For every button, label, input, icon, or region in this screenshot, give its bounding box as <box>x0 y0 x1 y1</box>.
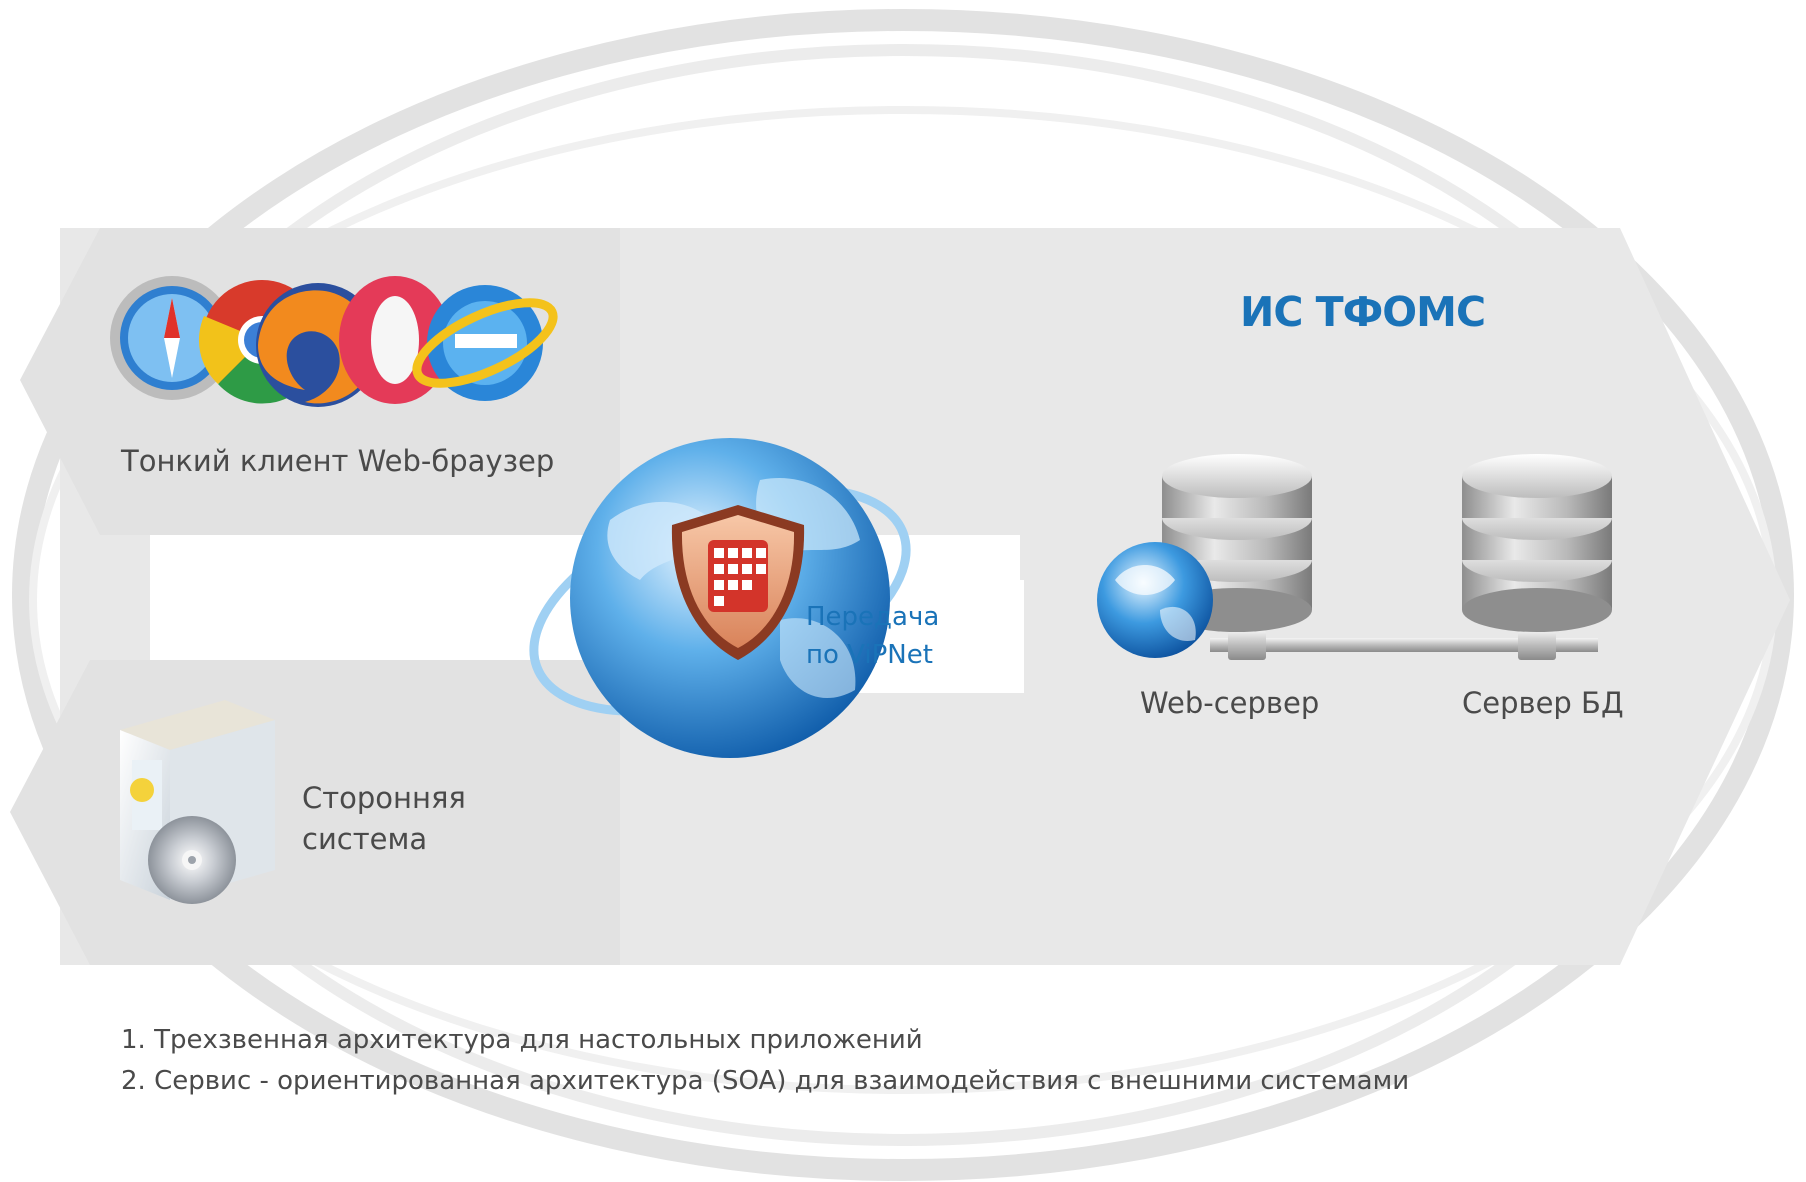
web-server-label: Web-сервер <box>1140 686 1320 720</box>
software-box-icon <box>120 700 275 904</box>
note-item: 1. Трехзвенная архитектура для настольны… <box>121 1025 923 1055</box>
db-server-label: Сервер БД <box>1462 686 1624 720</box>
vipnet-label-line2: по ViPNet <box>806 640 933 670</box>
system-title: ИС ТФОМС <box>1240 288 1486 336</box>
third-party-label-line1: Сторонняя <box>302 781 466 815</box>
third-party-label: Сторонняя система <box>302 778 502 860</box>
third-party-label-line2: система <box>302 822 428 856</box>
vipnet-label-line1: Передача <box>806 602 940 632</box>
architecture-diagram <box>10 9 1794 1181</box>
vipnet-label: Передача по ViPNet <box>806 598 996 674</box>
db-server-icon <box>1462 454 1612 632</box>
thin-client-label: Тонкий клиент Web-браузер <box>121 444 555 478</box>
notes-list: 1. Трехзвенная архитектура для настольны… <box>121 1020 1409 1102</box>
web-globe-icon <box>1097 542 1213 658</box>
note-item: 2. Сервис - ориентированная архитектура … <box>121 1066 1410 1096</box>
browser-icons <box>110 276 558 407</box>
